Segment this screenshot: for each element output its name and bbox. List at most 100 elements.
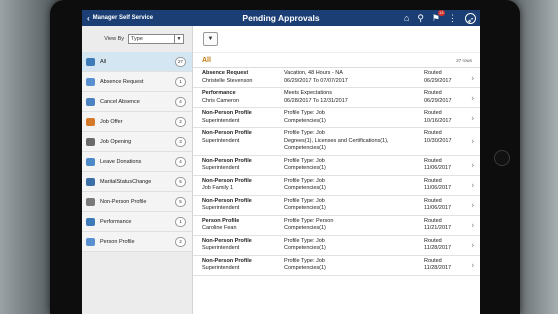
home-icon[interactable]: ⌂ [404,12,409,24]
approval-detail-line: 06/29/2017 To 07/07/2017 [284,77,348,84]
cancel-absence-icon [86,97,95,106]
search-icon[interactable]: ⚲ [417,12,424,24]
approval-row[interactable]: Non-Person Profile Superintendent Profile … [193,236,480,256]
approval-status: Routed 10/16/2017 [424,110,462,125]
header-actions: ⌂ ⚲ ⚑ 13 ⋮ ➶ [404,10,476,25]
non-person-profile-icon [86,197,95,206]
approval-status: Routed 11/28/2017 [424,238,462,253]
approval-detail-line: Meets Expectations [284,90,332,96]
approval-row[interactable]: Absence Request Christelle Stevenson Vacat… [193,68,480,88]
approval-detail-line: Degrees(1), Licenses and Certifications(… [284,137,389,144]
approval-detail-line: Profile Type: Job [284,157,325,164]
sidebar-item-job-offer[interactable]: Job Offer 2 [82,112,192,132]
sidebar-item-person-profile[interactable]: Person Profile 2 [82,232,192,252]
approval-detail-line: Competencies(1) [284,185,326,191]
approval-subject: Non-Person Profile Superintendent [202,158,284,173]
sidebar-item-label: MaritalStatusChange [100,178,152,185]
notifications-flag-icon[interactable]: ⚑ 13 [432,10,445,24]
approval-date: 06/29/2017 [424,77,452,84]
more-actions-icon[interactable]: ⋮ [448,12,457,24]
approval-status-text: Routed [424,130,442,136]
approval-row[interactable]: Non-Person Profile Superintendent Profile … [193,256,480,276]
approval-row[interactable]: Non-Person Profile Superintendent Profile … [193,156,480,176]
list-title: All [202,56,211,64]
sidebar-item-performance[interactable]: Performance 1 [82,212,192,232]
approval-date: 10/16/2017 [424,117,452,124]
view-by-select[interactable]: Type ▼ [128,34,184,44]
sidebar-item-label: All [100,58,107,65]
approval-date: 10/30/2017 [424,137,452,144]
approval-detail-line: Competencies(1) [284,205,326,211]
sidebar-item-count: 2 [175,116,186,127]
approval-details: Profile Type: Job Competencies(1) [284,258,424,273]
approval-type: Non-Person Profile [202,197,252,204]
approval-row[interactable]: Non-Person Profile Superintendent Profile … [193,108,480,128]
approval-row[interactable]: Non-Person Profile Superintendent Profile … [193,196,480,216]
job-offer-icon [86,117,95,126]
approval-name: Caroline Fean [202,225,237,231]
sidebar-item-cancel-absence[interactable]: Cancel Absence 4 [82,92,192,112]
sidebar-item-maritalstatuschange[interactable]: MaritalStatusChange 5 [82,172,192,192]
approval-details: Profile Type: Job Competencies(1) [284,110,424,125]
approval-status: Routed 06/29/2017 [424,90,462,105]
approval-details: Profile Type: Job Competencies(1) [284,238,424,253]
approval-date: 06/29/2017 [424,97,452,104]
sidebar-item-leave-donations[interactable]: Leave Donations 4 [82,152,192,172]
approval-detail-line: Competencies(1) [284,165,326,171]
sidebar-item-count: 5 [175,176,186,187]
approval-status-text: Routed [424,217,442,224]
approval-detail-line: Competencies(1) [284,117,326,124]
approval-type: Non-Person Profile [202,110,252,116]
sidebar-item-job-opening[interactable]: Job Opening 3 [82,132,192,152]
notification-badge: 13 [437,10,445,16]
navbar-compass-icon[interactable]: ➶ [465,12,476,25]
approval-row[interactable]: Performance Chris Cameron Meets Expectatio… [193,88,480,108]
filter-button[interactable]: ▼ [203,32,218,46]
list-header: All 27 rows [193,53,480,68]
approval-type: Non-Person Profile [202,157,252,164]
back-label: Manager Self Service [92,15,154,21]
sidebar-item-non-person-profile[interactable]: Non-Person Profile 5 [82,192,192,212]
category-sidebar: View By Type ▼ All 27 Absence Request 1 Canc… [82,26,193,314]
approval-row[interactable]: Non-Person Profile Job Family 1 Profile Ty… [193,176,480,196]
approval-type: Performance [202,90,236,96]
approval-type: Non-Person Profile [202,130,252,136]
approval-details: Meets Expectations 06/28/2017 To 12/31/20… [284,90,424,105]
approval-status-text: Routed [424,237,442,244]
approval-status-text: Routed [424,197,442,204]
approval-name: Superintendent [202,117,240,124]
approval-detail-line: Competencies(1) [284,225,326,231]
sidebar-item-absence-request[interactable]: Absence Request 1 [82,72,192,92]
approval-row[interactable]: Non-Person Profile Superintendent Profile … [193,128,480,156]
sidebar-item-count: 2 [175,236,186,247]
approval-date: 11/21/2017 [424,225,452,231]
approval-detail-line: Profile Type: Job [284,130,325,136]
chevron-right-icon: › [471,93,474,102]
approval-name: Superintendent [202,137,240,144]
sidebar-item-label: Performance [100,218,132,225]
marital-status-icon [86,177,95,186]
back-button[interactable]: ‹ Manager Self Service [87,14,153,23]
sidebar-item-all[interactable]: All 27 [82,52,192,72]
approval-subject: Absence Request Christelle Stevenson [202,70,284,85]
approval-detail-line: Vacation, 48 Hours - NA [284,70,343,76]
leave-donation-icon [86,157,95,166]
view-by-value: Type [131,36,143,42]
approval-row[interactable]: Person Profile Caroline Fean Profile Type:… [193,216,480,236]
approval-detail-line: 06/28/2017 To 12/31/2017 [284,97,348,104]
approval-subject: Non-Person Profile Superintendent [202,110,284,125]
sidebar-item-label: Person Profile [100,238,135,245]
approval-subject: Non-Person Profile Superintendent [202,258,284,273]
approval-status: Routed 06/29/2017 [424,70,462,85]
performance-chart-icon [86,217,95,226]
approvals-list: Absence Request Christelle Stevenson Vacat… [193,68,480,276]
approval-name: Superintendent [202,205,240,211]
chevron-right-icon: › [471,160,474,170]
sidebar-item-label: Cancel Absence [100,98,140,105]
tablet-home-button [494,150,510,166]
approval-subject: Person Profile Caroline Fean [202,218,284,233]
sidebar-item-count: 1 [175,76,186,87]
approval-details: Profile Type: Job Competencies(1) [284,198,424,213]
approval-details: Profile Type: Person Competencies(1) [284,218,424,233]
chevron-right-icon: › [471,73,474,82]
